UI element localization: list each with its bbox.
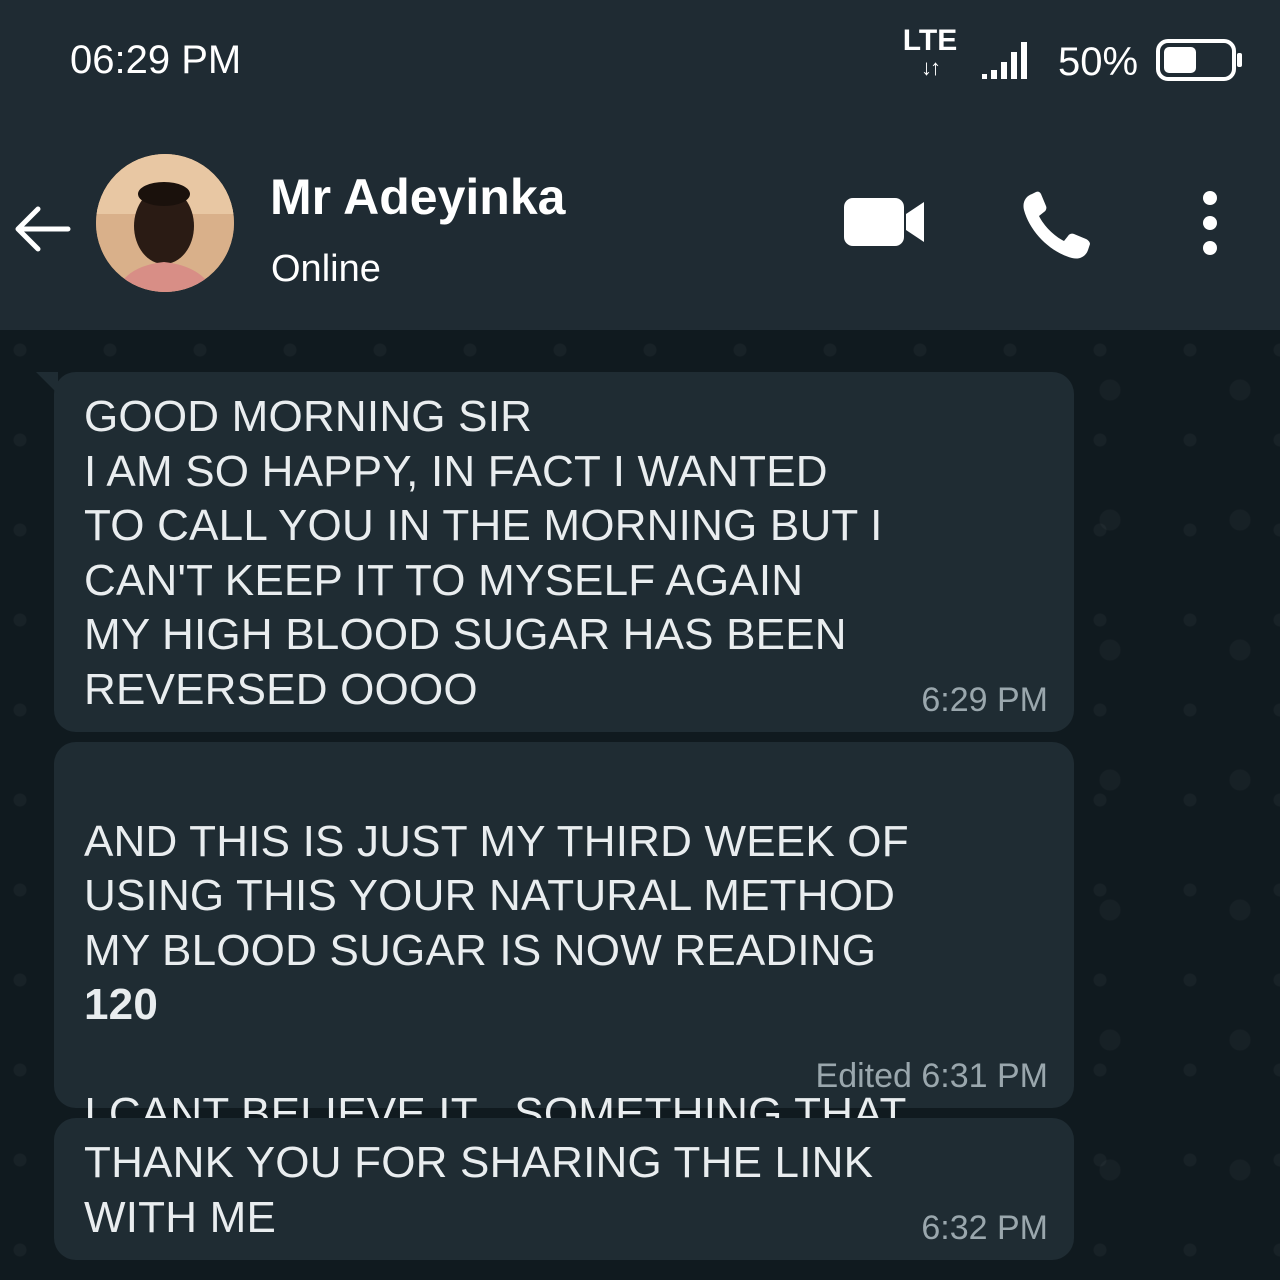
signal-icon (982, 42, 1027, 79)
avatar[interactable] (96, 154, 234, 292)
more-vert-icon[interactable] (1190, 188, 1230, 258)
status-time: 06:29 PM (70, 38, 242, 82)
chat-header: Mr Adeyinka Online (0, 118, 1280, 330)
message-time: 6:32 PM (921, 1209, 1048, 1247)
chat-background: GOOD MORNING SIR I AM SO HAPPY, IN FACT … (0, 330, 1280, 1280)
data-arrows: ↓↑ (921, 55, 941, 80)
message-text-part: AND THIS IS JUST MY THIRD WEEK OF USING … (84, 816, 909, 975)
message-bubble[interactable]: AND THIS IS JUST MY THIRD WEEK OF USING … (54, 742, 1074, 1193)
video-call-icon[interactable] (842, 192, 928, 252)
message-time: Edited 6:31 PM (815, 1057, 1048, 1095)
avatar-photo (96, 154, 234, 292)
network-type: LTE (902, 24, 958, 57)
message-bubble[interactable]: THANK YOU FOR SHARING THE LINK WITH ME 6… (54, 1118, 1074, 1260)
bubble-tail (36, 372, 58, 394)
contact-name[interactable]: Mr Adeyinka (270, 168, 565, 226)
battery-icon (1156, 39, 1242, 81)
message-text: GOOD MORNING SIR I AM SO HAPPY, IN FACT … (84, 392, 883, 714)
phone-icon[interactable] (1018, 190, 1098, 262)
message-number: 120 (84, 980, 159, 1029)
status-bar: 06:29 PM LTE ↓↑ 50% (0, 0, 1280, 118)
contact-status: Online (271, 248, 381, 290)
message-bubble[interactable]: GOOD MORNING SIR I AM SO HAPPY, IN FACT … (36, 372, 1074, 732)
back-arrow-icon[interactable] (10, 196, 76, 262)
lte-icon: LTE ↓↑ (898, 26, 962, 88)
battery-percent: 50% (1058, 40, 1139, 84)
message-text: THANK YOU FOR SHARING THE LINK WITH ME (84, 1138, 874, 1242)
message-time: 6:29 PM (921, 681, 1048, 719)
